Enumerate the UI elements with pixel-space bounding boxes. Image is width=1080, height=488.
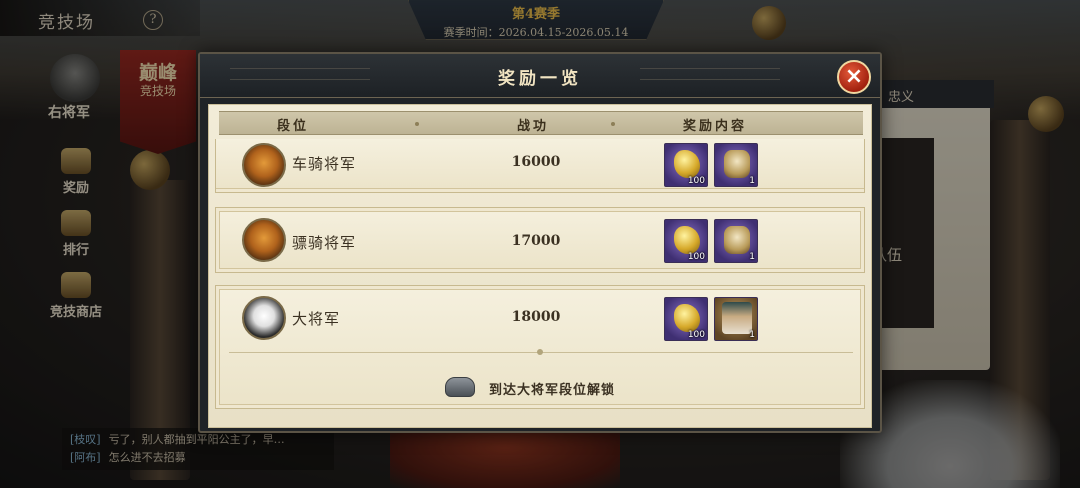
tier-name: 骠骑将军 <box>292 234 357 252</box>
unlock-requirement: 到达大将军段位解锁 <box>489 383 616 398</box>
reward-count: 100 <box>687 252 705 262</box>
reward-count: 1 <box>749 252 755 262</box>
reward-count: 1 <box>749 176 755 186</box>
reward-count: 100 <box>687 330 705 340</box>
reward-gold-ingot[interactable]: 100 <box>664 143 708 187</box>
reward-token[interactable]: 1 <box>714 143 758 187</box>
table-header: 段位 战功 奖励内容 <box>219 111 863 135</box>
tier-row: 骠骑将军 17000 100 1 <box>215 207 865 273</box>
modal-title: 奖励一览 <box>498 69 582 89</box>
gold-ingot-icon <box>674 304 700 332</box>
header-rank: 段位 <box>277 119 310 134</box>
reward-token[interactable]: 1 <box>714 219 758 263</box>
tier-row: 车骑将军 16000 100 1 <box>215 139 865 193</box>
modal-body: 段位 战功 奖励内容 车骑将军 16000 100 1 骠骑将军 17000 1… <box>208 104 872 428</box>
token-icon <box>724 150 750 178</box>
tier-power: 16000 <box>511 154 561 170</box>
header-rewards: 奖励内容 <box>683 119 748 134</box>
tier-power: 18000 <box>511 309 561 325</box>
divider-dot <box>537 349 543 355</box>
tiger-icon <box>242 143 286 187</box>
token-icon <box>724 226 750 254</box>
reward-gold-ingot[interactable]: 100 <box>664 219 708 263</box>
tiger-icon <box>242 218 286 262</box>
gold-ingot-icon <box>674 226 700 254</box>
tier-power: 17000 <box>511 233 561 249</box>
modal-header: 奖励一览 × <box>200 54 880 98</box>
tier-name: 车骑将军 <box>292 155 357 173</box>
header-dot <box>415 122 419 126</box>
header-power: 战功 <box>517 119 550 134</box>
reward-gold-ingot[interactable]: 100 <box>664 297 708 341</box>
panda-icon <box>242 296 286 340</box>
reward-count: 1 <box>749 330 755 340</box>
close-icon[interactable]: × <box>837 60 871 94</box>
gold-ingot-icon <box>674 150 700 178</box>
tier-name: 大将军 <box>292 310 341 328</box>
lock-icon <box>445 377 475 397</box>
general-portrait-icon <box>722 302 752 334</box>
header-dot <box>611 122 615 126</box>
rewards-modal: 奖励一览 × 段位 战功 奖励内容 车骑将军 16000 100 1 骠骑将军 … <box>198 52 882 433</box>
reward-count: 100 <box>687 176 705 186</box>
reward-general-portrait[interactable]: 1 <box>714 297 758 341</box>
